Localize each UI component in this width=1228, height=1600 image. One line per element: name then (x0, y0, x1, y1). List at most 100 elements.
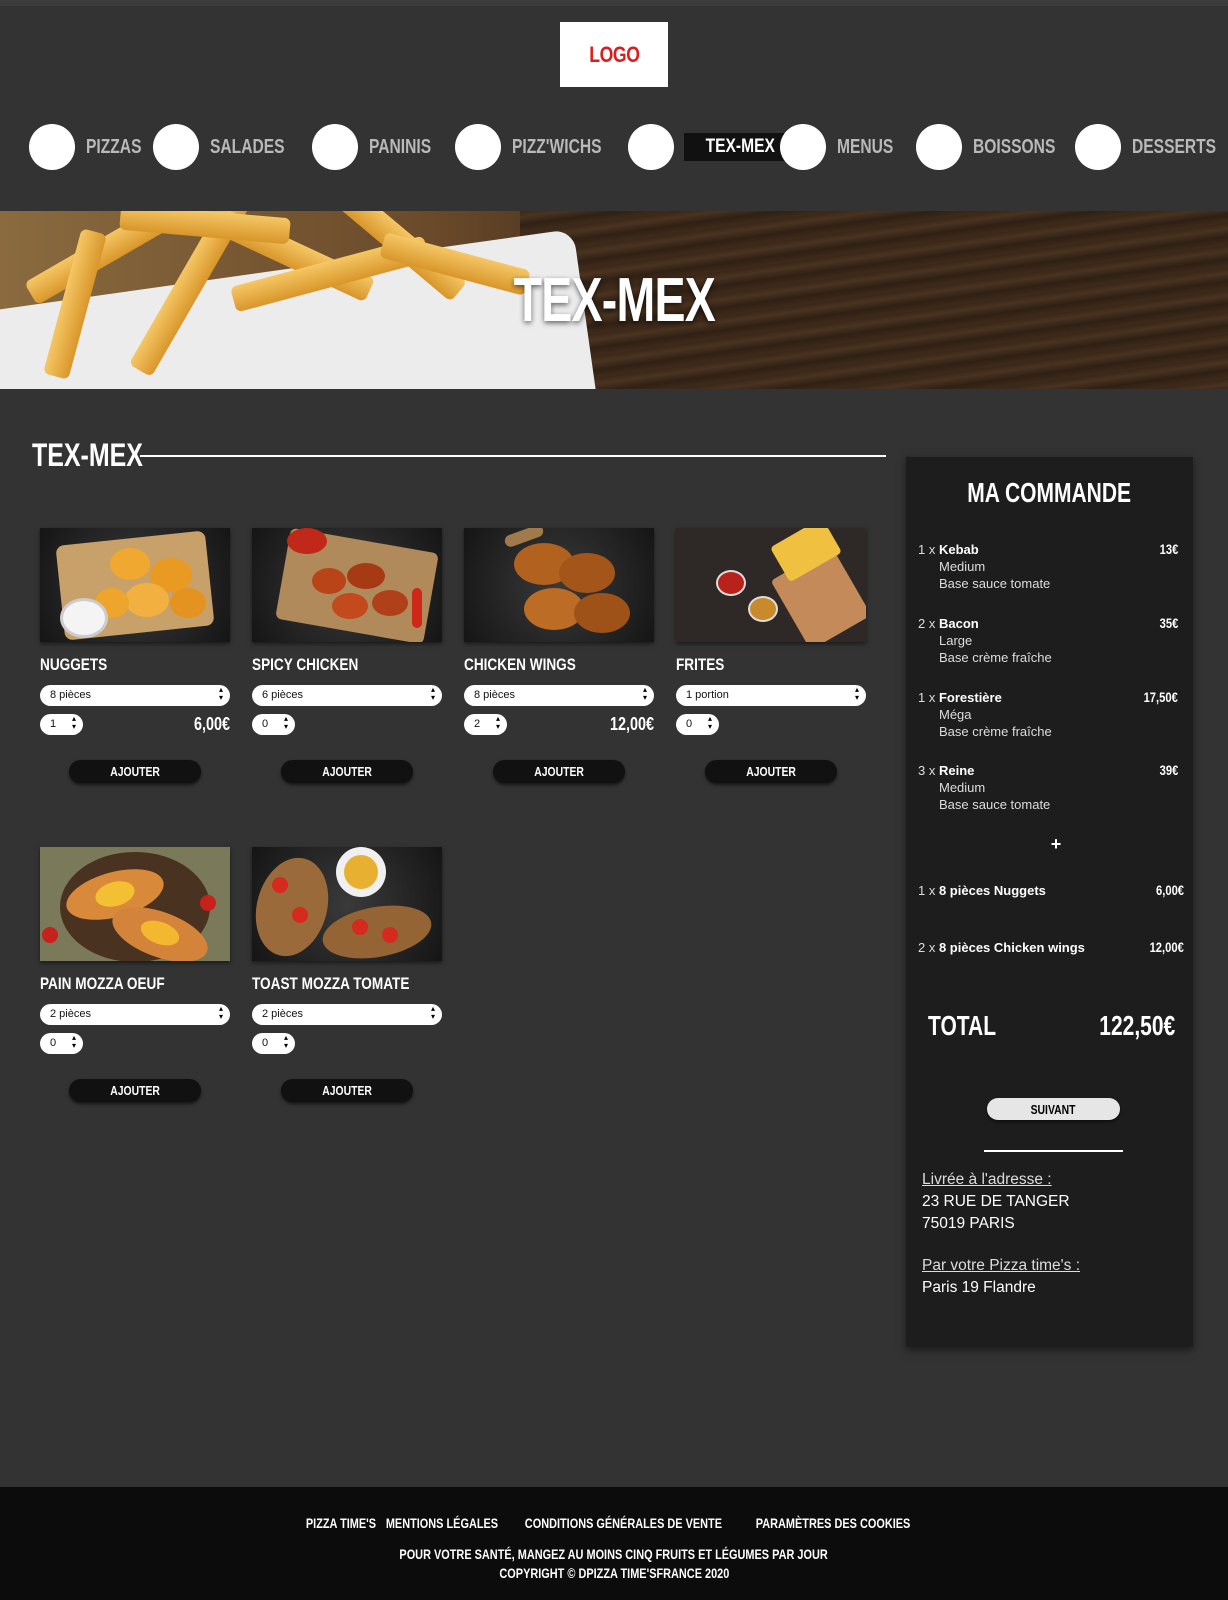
add-button-label: AJOUTER (322, 764, 372, 779)
order-summary-panel: MA COMMANDE 1 x Kebab Medium Base sauce … (906, 457, 1193, 1347)
size-select[interactable]: 2 pièces (40, 1004, 230, 1025)
nav-label: SALADES (210, 135, 285, 158)
nav-label: PANINIS (369, 135, 432, 158)
product-name: SPICY CHICKEN (252, 655, 359, 674)
nav-item-tex-mex[interactable]: TEX-MEX (628, 124, 797, 170)
order-line: 1 x Forestière Méga Base crème fraîche 1… (918, 689, 1178, 740)
quantity-stepper[interactable]: 1 (40, 714, 83, 735)
nav-item-pizzas[interactable]: PIZZAS (29, 124, 157, 170)
quantity-stepper[interactable]: 0 (676, 714, 719, 735)
quantity-stepper[interactable]: 0 (252, 1033, 295, 1054)
order-line-detail: Méga (939, 707, 972, 722)
logo-text: LOGO (588, 41, 640, 67)
order-line-price: 6,00€ (1155, 882, 1184, 898)
add-button-label: AJOUTER (110, 764, 160, 779)
banner-title: TEX-MEX (513, 265, 715, 335)
add-button[interactable]: AJOUTER (69, 760, 201, 783)
store-info: Par votre Pizza time's : Paris 19 Flandr… (922, 1255, 1080, 1299)
order-line-detail: Base sauce tomate (939, 576, 1051, 591)
nav-label: DESSERTS (1132, 135, 1217, 158)
nav-item-salades[interactable]: SALADES (153, 124, 306, 170)
nav-label: PIZZ'WICHS (512, 135, 602, 158)
store-label: Par votre Pizza time's : (922, 1257, 1081, 1274)
photo-pepper (412, 588, 422, 628)
add-button[interactable]: AJOUTER (281, 1079, 413, 1102)
photo-mustard (748, 596, 778, 622)
order-line-qty: 2 x (918, 616, 936, 631)
product-name: PAIN MOZZA OEUF (40, 974, 165, 993)
order-line-detail: Base crème fraîche (939, 650, 1052, 665)
nav-item-pizzwichs[interactable]: PIZZ'WICHS (455, 124, 627, 170)
address-line-2: 75019 PARIS (922, 1215, 1015, 1232)
order-line-qty: 1 x (918, 690, 936, 705)
product-photo-frites (676, 528, 866, 642)
size-select[interactable]: 8 pièces (40, 685, 230, 706)
size-select[interactable]: 8 pièces (464, 685, 654, 706)
add-button-label: AJOUTER (110, 1083, 160, 1098)
address-line-1: 23 RUE DE TANGER (922, 1193, 1070, 1210)
size-select[interactable]: 6 pièces (252, 685, 442, 706)
category-banner: TEX-MEX (0, 211, 1228, 389)
paninis-icon (312, 124, 358, 170)
photo-wing (347, 563, 385, 589)
order-line-qty: 2 x (918, 940, 936, 955)
size-select[interactable]: 2 pièces (252, 1004, 442, 1025)
next-button[interactable]: SUIVANT (987, 1098, 1120, 1120)
order-line-qty: 1 x (918, 542, 936, 557)
order-line-detail: Medium (939, 780, 986, 795)
photo-tomato (352, 919, 368, 935)
pizzwichs-icon (455, 124, 501, 170)
add-button[interactable]: AJOUTER (281, 760, 413, 783)
order-line-qty: 3 x (918, 763, 936, 778)
product-photo-spicy-chicken (252, 528, 442, 642)
order-line-detail: Large (939, 633, 973, 648)
add-button[interactable]: AJOUTER (493, 760, 625, 783)
product-name: CHICKEN WINGS (464, 655, 576, 674)
plus-separator: + (1050, 834, 1062, 854)
order-line: 1 x Kebab Medium Base sauce tomate 13€ (918, 541, 1178, 592)
photo-wing (332, 593, 368, 619)
address-label: Livrée à l'adresse : (922, 1171, 1052, 1188)
nav-label: PIZZAS (86, 135, 142, 158)
order-divider (984, 1150, 1123, 1152)
order-line: 3 x Reine Medium Base sauce tomate 39€ (918, 762, 1178, 813)
copyright: COPYRIGHT © DPIZZA TIME'SFRANCE 2020 (499, 1565, 729, 1581)
footer-link-pizza-times[interactable]: PIZZA TIME'S (306, 1515, 376, 1531)
order-line-price: 39€ (1159, 762, 1178, 778)
boissons-icon (916, 124, 962, 170)
logo[interactable]: LOGO (560, 22, 668, 87)
photo-tomato (272, 877, 288, 893)
menus-icon (780, 124, 826, 170)
product-name: NUGGETS (40, 655, 108, 674)
tex-mex-icon (628, 124, 674, 170)
footer-link-cgv[interactable]: CONDITIONS GÉNÉRALES DE VENTE (525, 1515, 722, 1531)
product-card: SPICY CHICKEN 6 pièces 0 AJOUTER (252, 528, 442, 783)
photo-sauce (60, 598, 108, 638)
photo-wing (312, 568, 346, 594)
nav-item-boissons[interactable]: BOISSONS (916, 124, 1079, 170)
quantity-stepper[interactable]: 2 (464, 714, 507, 735)
order-line-price: 17,50€ (1143, 689, 1178, 705)
add-button[interactable]: AJOUTER (69, 1079, 201, 1102)
nav-label: MENUS (837, 135, 894, 158)
product-card: TOAST MOZZA TOMATE 2 pièces 0 AJOUTER (252, 847, 442, 1102)
order-line-name: 8 pièces Nuggets (938, 883, 1046, 898)
nav-item-menus[interactable]: MENUS (780, 124, 909, 170)
footer-link-mentions-legales[interactable]: MENTIONS LÉGALES (385, 1515, 497, 1531)
order-line-name: Reine (938, 763, 975, 778)
photo-tomato (200, 895, 216, 911)
quantity-stepper[interactable]: 0 (252, 714, 295, 735)
site-footer: PIZZA TIME'S MENTIONS LÉGALES CONDITIONS… (0, 1487, 1228, 1600)
size-select[interactable]: 1 portion (676, 685, 866, 706)
quantity-stepper[interactable]: 0 (40, 1033, 83, 1054)
nav-item-desserts[interactable]: DESSERTS (1075, 124, 1228, 170)
photo-sauce (287, 528, 327, 554)
order-line-name: 8 pièces Chicken wings (938, 940, 1085, 955)
order-line-detail: Base sauce tomate (939, 797, 1051, 812)
footer-link-cookies[interactable]: PARAMÈTRES DES COOKIES (756, 1515, 911, 1531)
photo-drumstick (559, 553, 615, 593)
order-line-qty: 1 x (918, 883, 936, 898)
nav-item-paninis[interactable]: PANINIS (312, 124, 449, 170)
add-button[interactable]: AJOUTER (705, 760, 837, 783)
photo-oil (344, 855, 378, 889)
